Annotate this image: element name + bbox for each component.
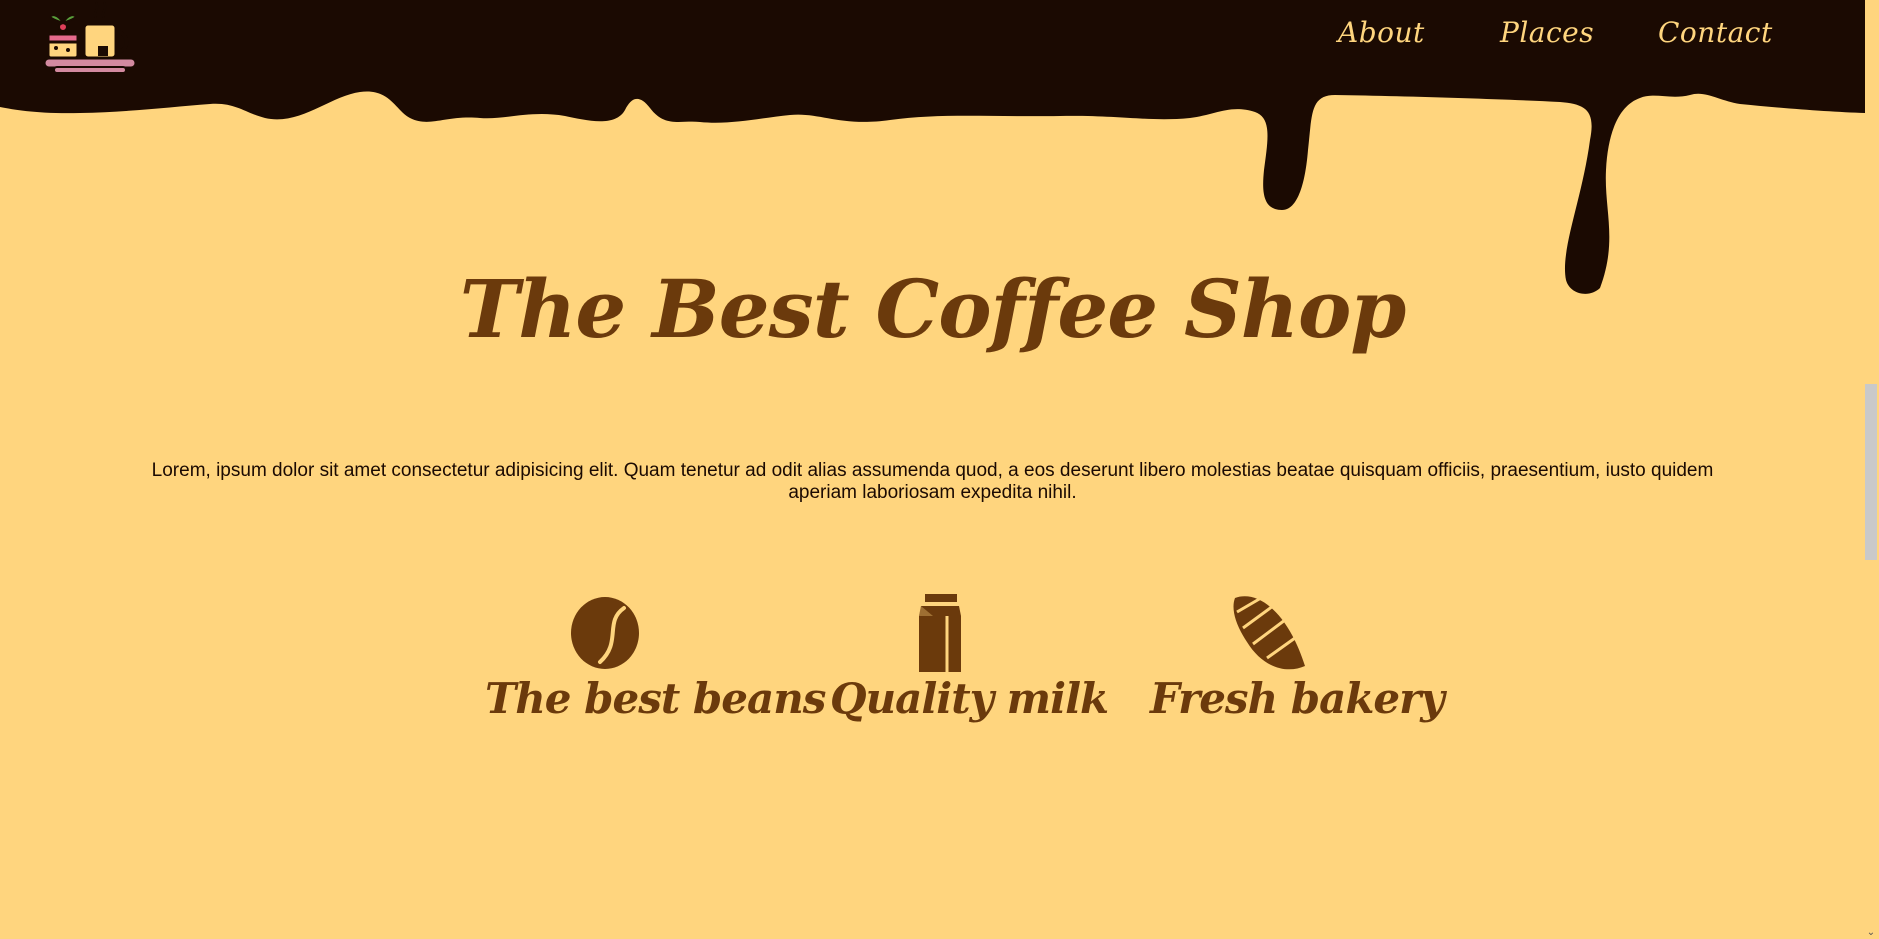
feature-label: Quality milk [830, 674, 1109, 723]
page-title: The Best Coffee Shop [459, 262, 1407, 356]
nav-places-link[interactable]: Places [1500, 16, 1594, 49]
feature-label: The best beans [485, 674, 826, 723]
feature-bakery: Fresh bakery [1150, 592, 1445, 723]
nav-about-link[interactable]: About [1338, 16, 1425, 49]
vertical-scrollbar[interactable]: ⌄ [1865, 0, 1879, 939]
feature-milk: Quality milk [830, 592, 1109, 723]
nav-contact-link[interactable]: Contact [1658, 16, 1773, 49]
milk-carton-icon [919, 594, 961, 672]
croissant-icon [1233, 596, 1305, 670]
coffee-bean-icon [571, 597, 639, 669]
feature-label: Fresh bakery [1150, 674, 1445, 723]
main-nav: About Places Contact [0, 16, 1865, 56]
scrollbar-thumb[interactable] [1865, 384, 1877, 560]
page: About Places Contact The Best Coffee Sho… [0, 0, 1879, 939]
scroll-down-arrow-icon[interactable]: ⌄ [1865, 927, 1877, 939]
feature-beans: The best beans [485, 592, 826, 723]
intro-paragraph: Lorem, ipsum dolor sit amet consectetur … [151, 460, 1714, 503]
